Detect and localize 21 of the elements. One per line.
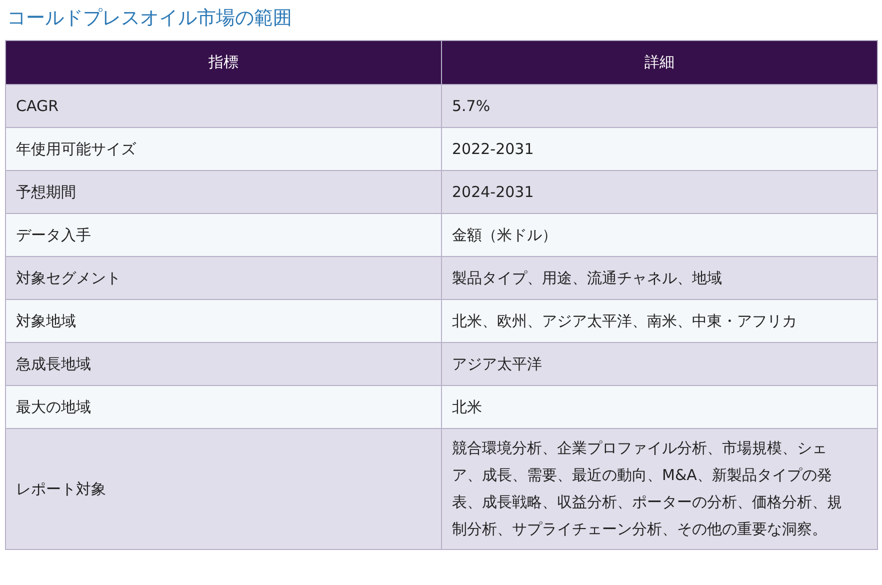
column-header: 指標	[6, 40, 442, 84]
table-cell: 予想期間	[6, 170, 442, 214]
table-cell: 対象地域	[6, 300, 442, 342]
table-cell: アジア太平洋	[442, 342, 878, 386]
section-title: コールドプレスオイル市場の範囲	[7, 6, 293, 31]
table-cell: 年使用可能サイズ	[6, 128, 442, 170]
table-cell: 最大の地域	[6, 386, 442, 428]
table-cell: 競合環境分析、企業プロファイル分析、市場規模、シェア、成長、需要、最近の動向、M&A、新製品タイプの発表、成長戦略、収益分析、ポーターの分析、価格分析、規制分析、サプライチェーン分析、その他の重要な洞察。	[442, 428, 878, 550]
table-cell: 急成長地域	[6, 342, 442, 386]
column-header: 詳細	[442, 40, 878, 84]
table-cell: データ入手	[6, 214, 442, 256]
table-cell: 対象セグメント	[6, 256, 442, 300]
table-cell: 2024-2031	[442, 170, 878, 214]
table-cell: 北米、欧州、アジア太平洋、南米、中東・アフリカ	[442, 300, 878, 342]
table-cell: 製品タイプ、用途、流通チャネル、地域	[442, 256, 878, 300]
table-cell: 2022-2031	[442, 128, 878, 170]
table-cell: 北米	[442, 386, 878, 428]
table-cell: レポート対象	[6, 428, 442, 550]
table-cell: 5.7%	[442, 84, 878, 128]
table-cell: 金額（米ドル）	[442, 214, 878, 256]
table-cell: CAGR	[6, 84, 442, 128]
